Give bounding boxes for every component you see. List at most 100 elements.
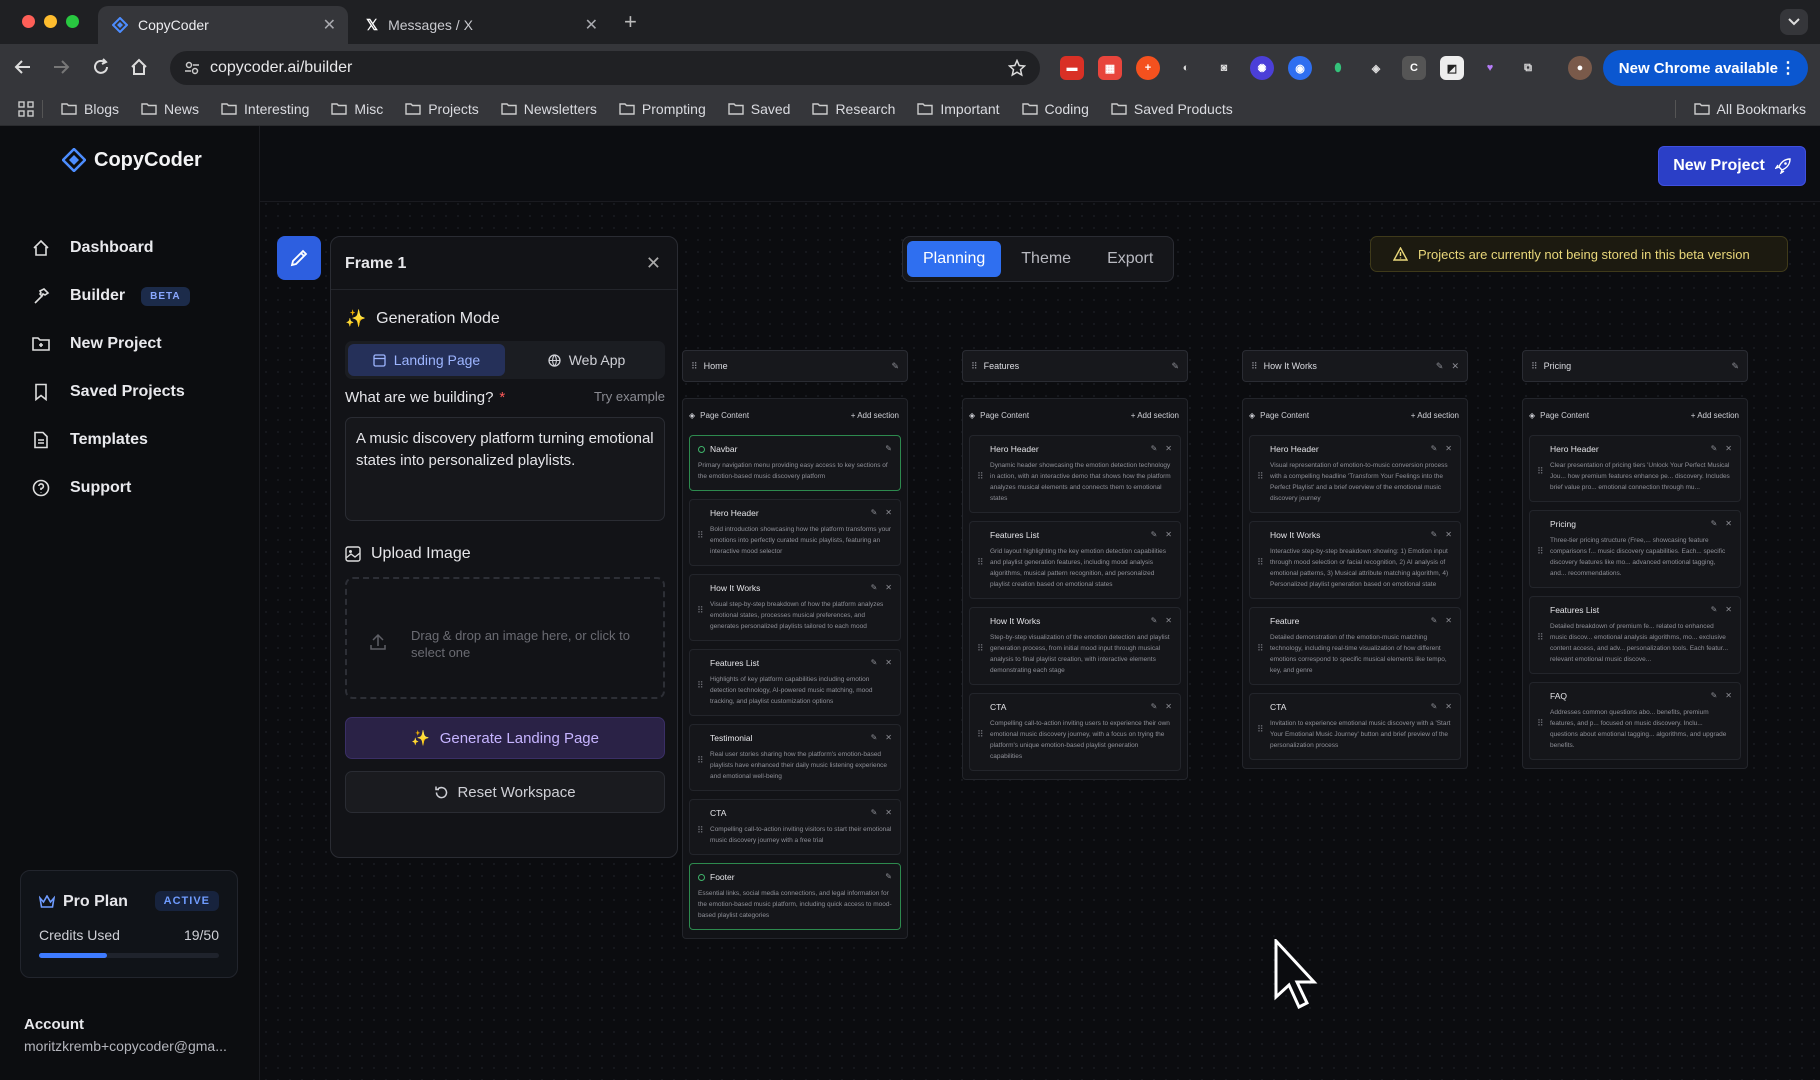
- drag-handle-icon[interactable]: ⠿: [977, 557, 984, 568]
- delete-section-icon[interactable]: ✕: [1445, 530, 1452, 539]
- bookmark-folder[interactable]: Projects: [405, 101, 479, 117]
- sidebar-item-new-project[interactable]: New Project: [32, 320, 190, 368]
- drag-handle-icon[interactable]: ⠿: [1257, 557, 1264, 568]
- close-panel-icon[interactable]: ✕: [646, 253, 661, 274]
- bookmark-folder[interactable]: Blogs: [61, 101, 119, 117]
- delete-section-icon[interactable]: ✕: [1445, 616, 1452, 625]
- delete-section-icon[interactable]: ✕: [1725, 691, 1732, 700]
- browser-tab-messages[interactable]: 𝕏 Messages / X ✕: [352, 6, 610, 44]
- add-section-button[interactable]: + Add section: [1131, 411, 1179, 420]
- profile-avatar[interactable]: ●: [1568, 56, 1592, 80]
- delete-section-icon[interactable]: ✕: [1725, 444, 1732, 453]
- all-bookmarks-folder[interactable]: All Bookmarks: [1693, 101, 1806, 117]
- edit-section-icon[interactable]: ✎: [1431, 616, 1438, 625]
- section-card[interactable]: ⠿ Features List Highlights of key platform…: [689, 649, 901, 716]
- tab-theme[interactable]: Theme: [1005, 241, 1087, 277]
- drag-handle-icon[interactable]: ⠿: [691, 361, 698, 372]
- sidebar-item-saved-projects[interactable]: Saved Projects: [32, 368, 190, 416]
- image-dropzone[interactable]: Drag & drop an image here, or click to s…: [345, 577, 665, 699]
- add-section-button[interactable]: + Add section: [851, 411, 899, 420]
- extension-icon[interactable]: ◉: [1288, 56, 1312, 80]
- section-card[interactable]: ⠿ Hero Header Dynamic header showcasing th…: [969, 435, 1181, 513]
- try-example-link[interactable]: Try example: [594, 389, 665, 406]
- drag-handle-icon[interactable]: ⠿: [697, 825, 704, 836]
- tab-export[interactable]: Export: [1091, 241, 1169, 277]
- sidebar-item-builder[interactable]: Builder BETA: [32, 272, 190, 320]
- drag-handle-icon[interactable]: ⠿: [977, 471, 984, 482]
- back-arrow-icon[interactable]: [14, 58, 32, 76]
- browser-tab-copycoder[interactable]: CopyCoder ✕: [98, 6, 348, 44]
- section-card[interactable]: ⠿ FAQ Addresses common questions abo... be…: [1529, 682, 1741, 760]
- section-card[interactable]: ⠿ CTA Compelling call-to-action inviting v…: [689, 799, 901, 855]
- edit-section-icon[interactable]: ✎: [871, 583, 878, 592]
- section-card[interactable]: ⠿ Hero Header Clear presentation of pricin…: [1529, 435, 1741, 502]
- edit-section-icon[interactable]: ✎: [871, 808, 878, 817]
- zoom-window-button[interactable]: [66, 15, 79, 28]
- edit-section-icon[interactable]: ✎: [871, 658, 878, 667]
- copycoder-logo[interactable]: CopyCoder: [62, 148, 202, 172]
- minimize-window-button[interactable]: [44, 15, 57, 28]
- forward-arrow-icon[interactable]: [52, 58, 70, 76]
- delete-section-icon[interactable]: ✕: [885, 808, 892, 817]
- extension-icon[interactable]: ▦: [1098, 56, 1122, 80]
- drag-handle-icon[interactable]: ⠿: [1251, 361, 1258, 372]
- bookmark-folder[interactable]: Saved Products: [1111, 101, 1233, 117]
- bookmark-folder[interactable]: Newsletters: [501, 101, 597, 117]
- delete-page-icon[interactable]: ✕: [1451, 361, 1459, 372]
- section-card[interactable]: ⠿ Pricing Three-tier pricing structure (Fr…: [1529, 510, 1741, 588]
- drag-handle-icon[interactable]: ⠿: [1257, 643, 1264, 654]
- add-section-button[interactable]: + Add section: [1691, 411, 1739, 420]
- drag-handle-icon[interactable]: ⠿: [697, 755, 704, 766]
- edit-section-icon[interactable]: ✎: [871, 508, 878, 517]
- section-card[interactable]: Footer Essential links, social media conn…: [689, 863, 901, 930]
- edit-section-icon[interactable]: ✎: [1711, 444, 1718, 453]
- extension-icon[interactable]: C: [1402, 56, 1426, 80]
- section-card[interactable]: ⠿ Feature Detailed demonstration of the em…: [1249, 607, 1461, 685]
- page-header[interactable]: ⠿ Features ✎: [962, 350, 1188, 382]
- edit-section-icon[interactable]: ✎: [885, 444, 892, 453]
- extension-icon[interactable]: ◐: [1174, 56, 1198, 80]
- edit-frame-button[interactable]: [277, 236, 321, 280]
- section-card[interactable]: ⠿ How It Works Step-by-step visualization …: [969, 607, 1181, 685]
- mode-landing-page[interactable]: Landing Page: [348, 344, 505, 376]
- edit-section-icon[interactable]: ✎: [885, 872, 892, 881]
- delete-section-icon[interactable]: ✕: [1165, 616, 1172, 625]
- edit-section-icon[interactable]: ✎: [1431, 444, 1438, 453]
- drag-handle-icon[interactable]: ⠿: [1257, 471, 1264, 482]
- page-header[interactable]: ⠿ How It Works ✎ ✕: [1242, 350, 1468, 382]
- delete-section-icon[interactable]: ✕: [1165, 530, 1172, 539]
- section-card[interactable]: ⠿ CTA Invitation to experience emotional m…: [1249, 693, 1461, 760]
- drag-handle-icon[interactable]: ⠿: [971, 361, 978, 372]
- edit-section-icon[interactable]: ✎: [1151, 444, 1158, 453]
- close-tab-icon[interactable]: ✕: [323, 15, 336, 35]
- bookmark-folder[interactable]: Misc: [331, 101, 383, 117]
- delete-section-icon[interactable]: ✕: [1445, 702, 1452, 711]
- section-card[interactable]: ⠿ How It Works Visual step-by-step breakdo…: [689, 574, 901, 641]
- sidebar-item-templates[interactable]: Templates: [32, 416, 190, 464]
- edit-page-icon[interactable]: ✎: [1436, 361, 1444, 372]
- sidebar-item-dashboard[interactable]: Dashboard: [32, 224, 190, 272]
- edit-section-icon[interactable]: ✎: [1151, 530, 1158, 539]
- close-window-button[interactable]: [22, 15, 35, 28]
- drag-handle-icon[interactable]: ⠿: [1537, 466, 1544, 477]
- delete-section-icon[interactable]: ✕: [885, 733, 892, 742]
- section-card[interactable]: ⠿ Hero Header Bold introduction showcasing…: [689, 499, 901, 566]
- extension-icon[interactable]: ▬: [1060, 56, 1084, 80]
- section-card[interactable]: ⠿ Features List Grid layout highlighting t…: [969, 521, 1181, 599]
- bookmark-folder[interactable]: Saved: [728, 101, 790, 117]
- edit-page-icon[interactable]: ✎: [1731, 361, 1739, 372]
- tab-planning[interactable]: Planning: [907, 241, 1002, 277]
- bookmark-folder[interactable]: Coding: [1021, 101, 1089, 117]
- site-settings-icon[interactable]: [184, 60, 200, 76]
- section-card[interactable]: ⠿ Features List Detailed breakdown of prem…: [1529, 596, 1741, 674]
- drag-handle-icon[interactable]: ⠿: [1537, 632, 1544, 643]
- drag-handle-icon[interactable]: ⠿: [697, 530, 704, 541]
- drag-handle-icon[interactable]: ⠿: [1531, 361, 1538, 372]
- generate-landing-page-button[interactable]: ✨ Generate Landing Page: [345, 717, 665, 759]
- home-browser-icon[interactable]: [130, 58, 148, 76]
- apps-grid-icon[interactable]: [18, 100, 34, 117]
- drag-handle-icon[interactable]: ⠿: [697, 605, 704, 616]
- edit-section-icon[interactable]: ✎: [1151, 702, 1158, 711]
- edit-page-icon[interactable]: ✎: [891, 361, 899, 372]
- section-card[interactable]: ⠿ How It Works Interactive step-by-step br…: [1249, 521, 1461, 599]
